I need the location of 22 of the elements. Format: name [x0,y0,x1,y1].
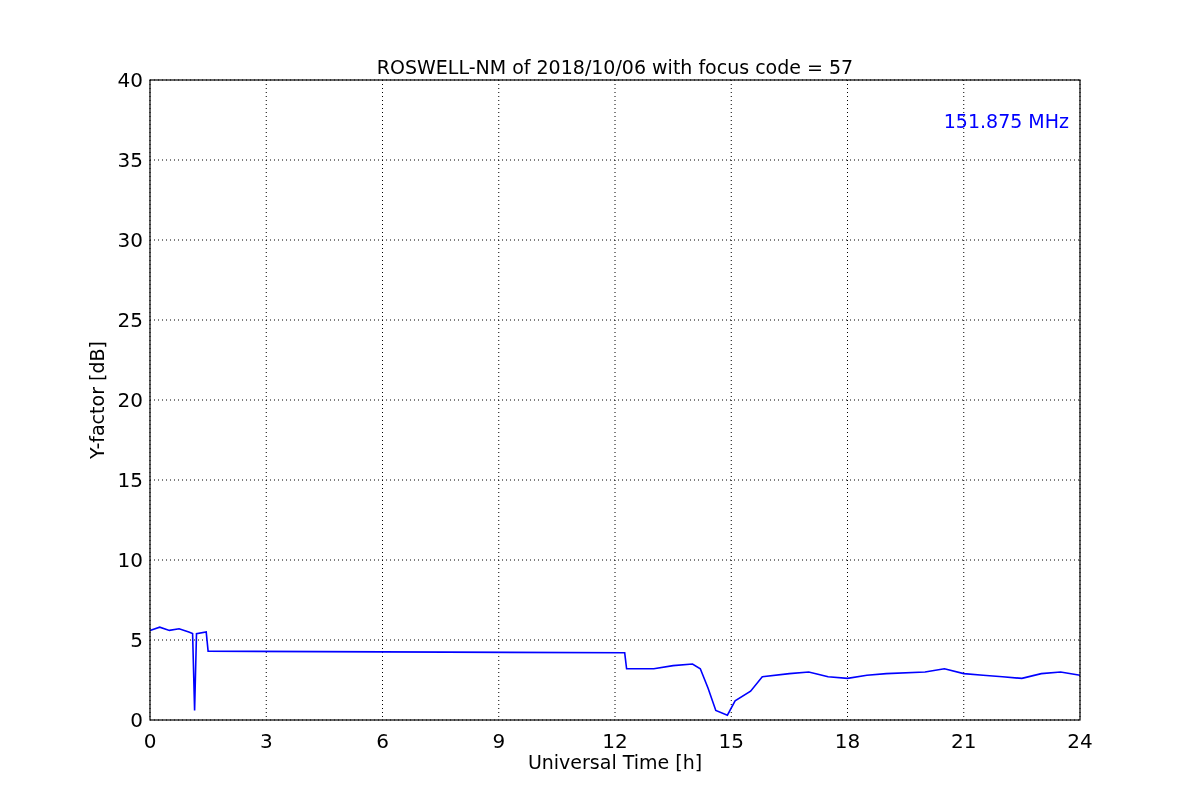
series-label: 151.875 MHz [943,110,1069,132]
y-axis-label: Y-factor [dB] [86,341,108,459]
x-tick-label: 0 [143,729,157,753]
x-tick-label: 15 [718,729,744,753]
chart-title: ROSWELL-NM of 2018/10/06 with focus code = 57 [376,56,854,78]
y-tick-label: 20 [117,388,143,412]
x-axis-label: Universal Time [h] [527,751,703,773]
y-tick-label: 10 [117,548,143,572]
y-tick-label: 15 [117,468,143,492]
y-tick-label: 25 [117,308,143,332]
x-tick-label: 21 [951,729,977,753]
x-tick-label: 9 [492,729,506,753]
y-tick-label: 35 [117,148,143,172]
x-tick-label: 3 [259,729,273,753]
y-tick-label: 40 [117,68,143,92]
y-tick-label: 30 [117,228,143,252]
x-tick-label: 12 [602,729,628,753]
y-tick-label: 0 [130,708,143,732]
y-tick-label: 5 [130,628,143,652]
x-tick-label: 18 [834,729,861,753]
x-tick-label: 6 [376,729,389,753]
x-tick-label: 24 [1067,729,1093,753]
